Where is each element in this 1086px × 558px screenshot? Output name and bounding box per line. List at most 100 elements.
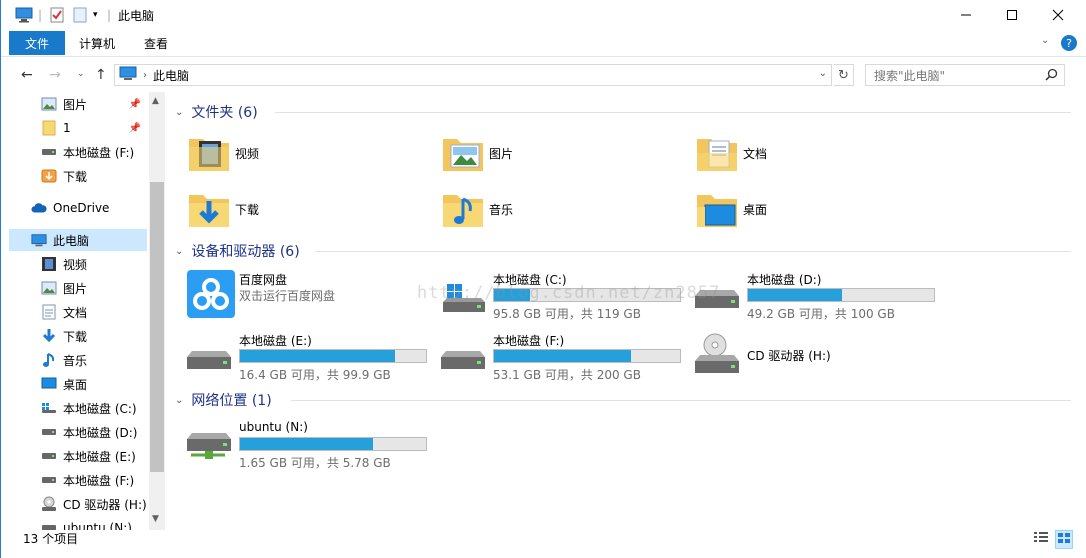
drive-info: 49.2 GB 可用，共 100 GB xyxy=(747,307,895,321)
pin-icon[interactable]: 📌 xyxy=(129,123,141,134)
folder-item-videos[interactable]: 视频 xyxy=(167,128,407,178)
sidebar-item-onedrive[interactable]: OneDrive xyxy=(9,197,147,219)
drive-item-f[interactable]: 本地磁盘 (F:) 53.1 GB 可用，共 200 GB xyxy=(421,329,681,385)
drive-item-e[interactable]: 本地磁盘 (E:) 16.4 GB 可用，共 99.9 GB xyxy=(167,329,427,385)
sidebar-item-documents[interactable]: 文档 xyxy=(9,301,147,323)
drive-icon xyxy=(437,339,487,379)
breadcrumb-this-pc[interactable]: 此电脑 xyxy=(153,67,189,84)
sidebar-item-drive-e[interactable]: 本地磁盘 (E:) xyxy=(9,445,147,467)
drive-name: 本地磁盘 (F:) xyxy=(493,334,565,348)
refresh-icon: ↻ xyxy=(838,67,849,83)
tab-computer[interactable]: 计算机 xyxy=(79,31,115,55)
download-folder-icon xyxy=(187,187,231,231)
up-arrow-icon[interactable]: ↑ xyxy=(95,67,107,83)
video-icon xyxy=(41,256,57,272)
desktop-icon xyxy=(41,376,57,392)
properties-icon[interactable] xyxy=(49,7,65,23)
maximize-icon xyxy=(1007,10,1017,20)
search-input[interactable]: 搜索"此电脑" xyxy=(865,64,1065,86)
chevron-down-icon[interactable]: ⌄ xyxy=(175,107,183,118)
watermark-text: http://blog.csdn.net/zn2857 xyxy=(417,283,721,303)
network-drive-icon xyxy=(41,520,57,530)
drive-usage-bar xyxy=(239,437,427,451)
folder-item-documents[interactable]: 文档 xyxy=(675,128,915,178)
network-drive-icon xyxy=(183,425,233,465)
address-bar[interactable]: › 此电脑 ⌄ xyxy=(114,64,832,86)
scroll-down-icon[interactable]: ▼ xyxy=(152,514,159,524)
drive-name: ubuntu (N:) xyxy=(239,420,308,434)
sidebar-item-cd-drive[interactable]: CD 驱动器 (H:) xyxy=(9,493,147,515)
sidebar-item-folder-1[interactable]: 1 📌 xyxy=(9,117,147,139)
address-dropdown-icon[interactable]: ⌄ xyxy=(819,68,827,79)
drive-info: 53.1 GB 可用，共 200 GB xyxy=(493,368,641,382)
forward-arrow-icon[interactable]: → xyxy=(49,67,61,83)
expand-ribbon-icon[interactable]: ⌄ xyxy=(1041,35,1049,46)
sidebar-item-downloads-pinned[interactable]: 下载 xyxy=(9,165,147,187)
chevron-down-icon[interactable]: ⌄ xyxy=(175,246,183,257)
sidebar-item-desktop[interactable]: 桌面 xyxy=(9,373,147,395)
new-folder-icon[interactable] xyxy=(73,7,87,23)
folder-item-desktop[interactable]: 桌面 xyxy=(675,184,915,234)
folder-item-downloads[interactable]: 下载 xyxy=(167,184,407,234)
drive-item-cd-h[interactable]: CD 驱动器 (H:) xyxy=(675,329,929,385)
sidebar-item-videos[interactable]: 视频 xyxy=(9,253,147,275)
drive-info: 1.65 GB 可用，共 5.78 GB xyxy=(239,456,391,470)
drive-item-baidu-netdisk[interactable]: 百度网盘 双击运行百度网盘 xyxy=(167,268,421,324)
minimize-button[interactable] xyxy=(943,0,989,30)
windows-drive-icon xyxy=(41,400,57,416)
cd-drive-icon xyxy=(41,496,57,512)
download-icon xyxy=(41,328,57,344)
computer-icon xyxy=(119,66,137,84)
group-header-devices[interactable]: ⌄ 设备和驱动器 (6) xyxy=(175,241,1071,261)
maximize-button[interactable] xyxy=(989,0,1035,30)
scroll-up-icon[interactable]: ▲ xyxy=(152,96,159,106)
group-header-folders[interactable]: ⌄ 文件夹 (6) xyxy=(175,102,1071,122)
drive-usage-fill xyxy=(494,350,631,362)
tiles-view-icon[interactable] xyxy=(1055,530,1073,549)
drive-name: 百度网盘 xyxy=(239,273,288,287)
drive-info: 16.4 GB 可用，共 99.9 GB xyxy=(239,368,391,382)
folder-item-music[interactable]: 音乐 xyxy=(421,184,661,234)
drive-item-ubuntu-n[interactable]: ubuntu (N:) 1.65 GB 可用，共 5.78 GB xyxy=(167,417,427,473)
help-icon[interactable]: ? xyxy=(1061,35,1077,51)
drive-usage-bar xyxy=(239,349,427,363)
sidebar-item-drive-f[interactable]: 本地磁盘 (F:) xyxy=(9,469,147,491)
pictures-folder-icon xyxy=(441,131,485,175)
item-count: 13 个项目 xyxy=(23,532,79,546)
drive-name: 本地磁盘 (D:) xyxy=(747,273,822,287)
ribbon-tabs: 文件 计算机 查看 ⌄ ? xyxy=(1,30,1086,56)
back-arrow-icon[interactable]: ← xyxy=(21,67,33,83)
refresh-button[interactable]: ↻ xyxy=(834,64,854,86)
sidebar-item-drive-f-pinned[interactable]: 本地磁盘 (F:) xyxy=(9,141,147,163)
chevron-down-icon[interactable]: ⌄ xyxy=(175,395,183,406)
sidebar-item-music[interactable]: 音乐 xyxy=(9,349,147,371)
details-view-icon[interactable] xyxy=(1033,530,1049,547)
music-folder-icon xyxy=(441,187,485,231)
tab-view[interactable]: 查看 xyxy=(144,31,168,55)
cloud-icon xyxy=(31,200,47,216)
drive-subtitle: 双击运行百度网盘 xyxy=(239,289,336,303)
customize-toolbar-icon[interactable]: ▾ xyxy=(93,7,98,23)
close-button[interactable] xyxy=(1035,0,1081,30)
folder-item-pictures[interactable]: 图片 xyxy=(421,128,661,178)
sidebar-item-this-pc[interactable]: 此电脑 xyxy=(9,229,147,251)
download-icon xyxy=(41,168,57,184)
computer-icon xyxy=(15,7,33,23)
sidebar-item-drive-d[interactable]: 本地磁盘 (D:) xyxy=(9,421,147,443)
group-header-network[interactable]: ⌄ 网络位置 (1) xyxy=(175,390,1071,410)
recent-locations-icon[interactable]: ⌄ xyxy=(77,69,85,79)
sidebar-scrollbar[interactable]: ▲ ▼ xyxy=(149,92,165,530)
sidebar-item-pictures[interactable]: 图片 xyxy=(9,277,147,299)
tab-file[interactable]: 文件 xyxy=(9,31,65,55)
search-placeholder: 搜索"此电脑" xyxy=(874,68,946,83)
sidebar-item-ubuntu[interactable]: ubuntu (N:) xyxy=(9,517,147,530)
sidebar-item-pictures-pinned[interactable]: 图片 📌 xyxy=(9,93,147,115)
navigation-pane: 图片 📌 1 📌 本地磁盘 (F:) 下载 OneDrive 此电脑 视频 图片… xyxy=(1,92,165,530)
drive-icon xyxy=(41,144,57,160)
pin-icon[interactable]: 📌 xyxy=(129,99,141,110)
sidebar-item-downloads[interactable]: 下载 xyxy=(9,325,147,347)
breadcrumb-separator-icon[interactable]: › xyxy=(143,70,147,81)
drive-usage-fill xyxy=(748,289,843,301)
scrollbar-thumb[interactable] xyxy=(150,182,164,472)
sidebar-item-drive-c[interactable]: 本地磁盘 (C:) xyxy=(9,397,147,419)
